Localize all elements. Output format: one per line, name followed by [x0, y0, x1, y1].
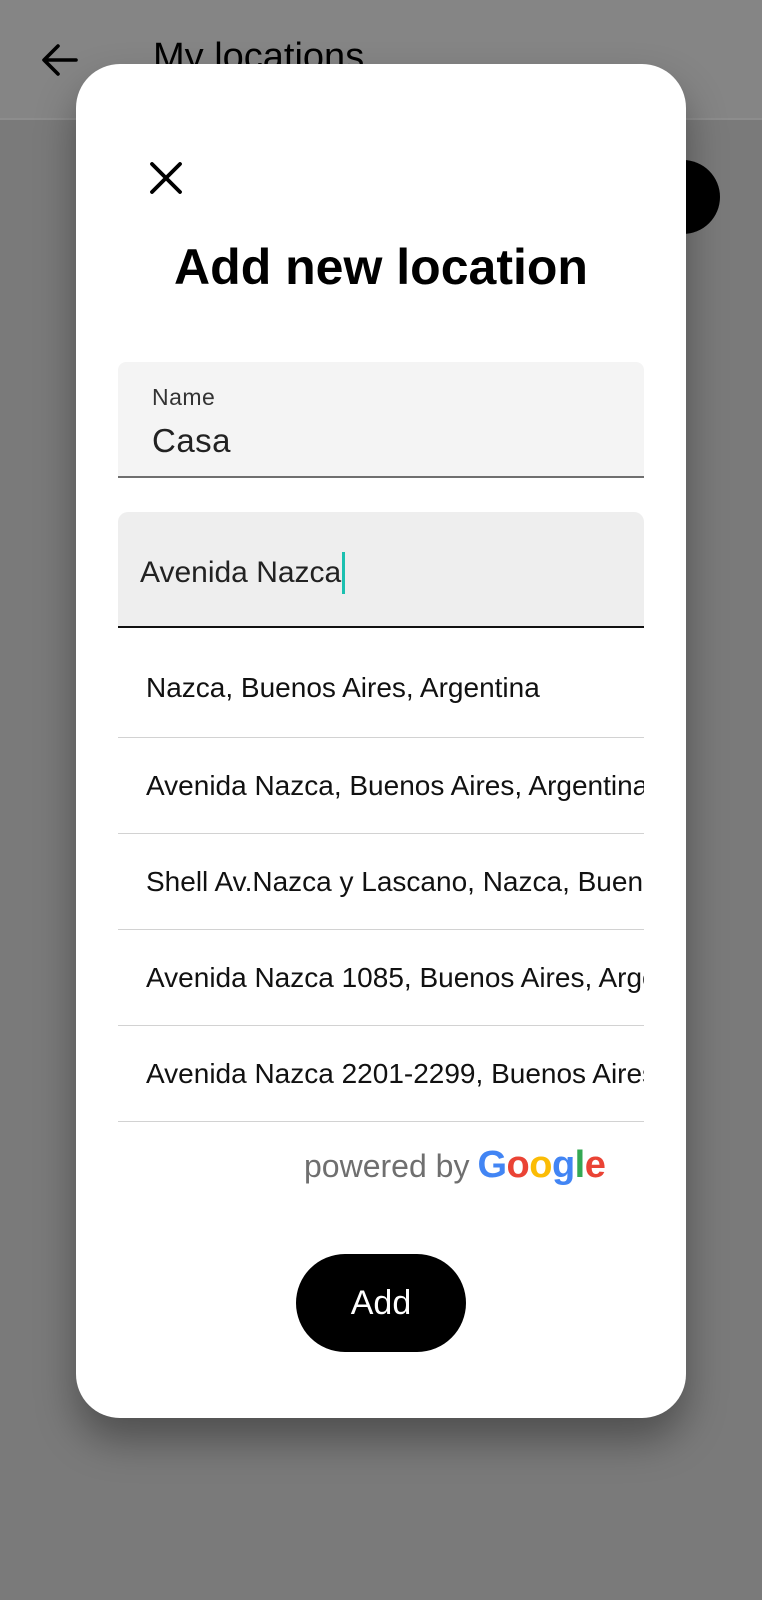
dialog-title: Add new location: [174, 239, 588, 295]
arrow-left-icon: [42, 44, 78, 76]
powered-by-text: powered by: [304, 1148, 470, 1184]
google-logo-letter: o: [506, 1144, 530, 1186]
powered-by-google: powered by Google: [304, 1144, 606, 1187]
name-field[interactable]: Name Casa: [118, 362, 644, 478]
google-logo: Google: [477, 1144, 605, 1187]
address-search-input[interactable]: Avenida Nazca: [118, 512, 644, 628]
close-icon: [150, 162, 182, 194]
suggestion-item[interactable]: Avenida Nazca 2201-2299, Buenos Aires, A…: [118, 1026, 644, 1122]
address-input-wrapper: Avenida Nazca: [140, 552, 346, 594]
google-logo-letter: g: [551, 1144, 575, 1186]
add-location-dialog: Add new location Name Casa Avenida Nazca…: [76, 64, 686, 1418]
name-field-label: Name: [152, 384, 216, 410]
close-button[interactable]: [142, 154, 190, 202]
name-field-value: Casa: [152, 422, 232, 459]
suggestion-item[interactable]: Avenida Nazca 1085, Buenos Aires, Argent…: [118, 930, 644, 1026]
google-logo-letter: G: [477, 1144, 507, 1186]
google-logo-letter: l: [574, 1144, 586, 1186]
google-logo-letter: e: [584, 1144, 606, 1186]
google-logo-letter: o: [529, 1144, 552, 1186]
back-button[interactable]: [38, 38, 82, 82]
text-caret: [342, 552, 346, 594]
suggestion-item[interactable]: Nazca, Buenos Aires, Argentina: [118, 638, 644, 738]
suggestion-item[interactable]: Avenida Nazca, Buenos Aires, Argentina: [118, 738, 644, 834]
suggestion-item[interactable]: Shell Av.Nazca y Lascano, Nazca, Buenos …: [118, 834, 644, 930]
add-button[interactable]: Add: [296, 1254, 466, 1352]
autocomplete-suggestions: Nazca, Buenos Aires, Argentina Avenida N…: [118, 638, 644, 1122]
address-input-value: Avenida Nazca: [140, 556, 342, 589]
